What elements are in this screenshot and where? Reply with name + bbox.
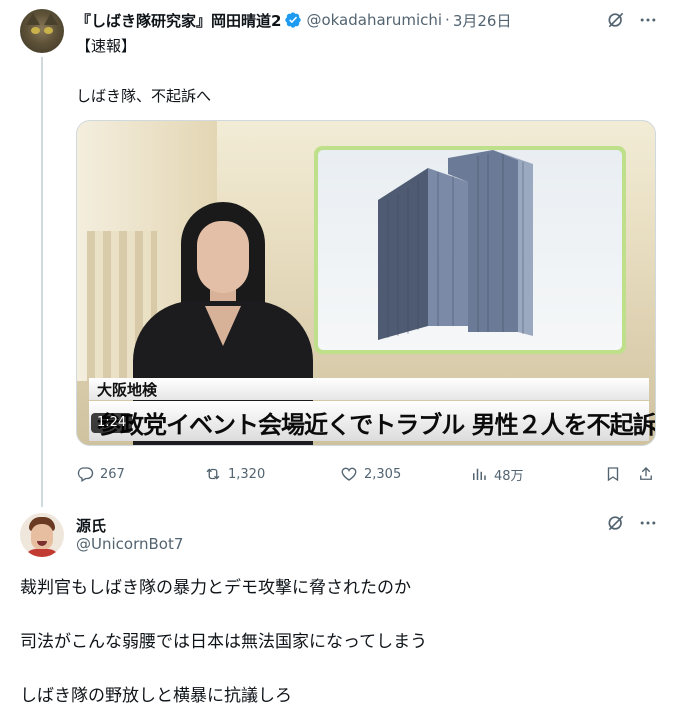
skyscraper-image <box>378 150 533 340</box>
reply-author-handle[interactable]: @UnicornBot7 <box>76 535 183 553</box>
share-icon <box>640 467 652 480</box>
like-count: 2,305 <box>364 466 402 482</box>
more-options-icon[interactable] <box>637 512 659 534</box>
reply-text-line-1: 裁判官もしばき隊の暴力とデモ攻撃に脅されたのか <box>20 578 411 598</box>
tweet-date[interactable]: 3月26日 <box>453 10 512 31</box>
reply-author-avatar[interactable] <box>20 513 64 557</box>
repost-icon <box>206 468 220 480</box>
heart-icon <box>341 467 357 481</box>
news-caption-location: 大阪地検 <box>89 378 649 400</box>
studio-screen <box>314 146 626 354</box>
author-handle[interactable]: @okadaharumichi <box>306 11 442 29</box>
author-display-name[interactable]: 『しばき隊研究家』岡田晴道2 <box>76 10 281 31</box>
tweet-actions-bar: 267 1,320 2,305 48万 <box>76 462 656 486</box>
reply-author-display-name[interactable]: 源氏 <box>76 515 106 536</box>
views-chart-icon <box>473 468 486 480</box>
verified-badge-icon <box>284 11 302 29</box>
more-options-icon[interactable] <box>637 9 659 31</box>
bookmark-button[interactable] <box>604 462 628 486</box>
news-caption-headline: 参政党イベント会場近くでトラブル 男性２人を不起訴 <box>89 401 655 441</box>
reply-text-line-3: しばき隊の野放しと横暴に抗議しろ <box>20 686 292 706</box>
tweet-header: 『しばき隊研究家』岡田晴道2 @okadaharumichi · 3月26日 <box>76 10 511 30</box>
reply-text-line-2: 司法がこんな弱腰では日本は無法国家になってしまう <box>20 632 428 652</box>
views-button[interactable]: 48万 <box>470 462 524 486</box>
share-button[interactable] <box>637 462 661 486</box>
grok-icon[interactable] <box>605 9 627 31</box>
reply-button[interactable]: 267 <box>76 462 125 486</box>
reply-icon <box>77 467 94 482</box>
thread-connector-line <box>41 57 43 507</box>
view-count: 48万 <box>494 468 524 484</box>
bookmark-icon <box>607 467 619 482</box>
author-avatar[interactable] <box>20 9 64 53</box>
video-player[interactable]: 大阪地検 参政党イベント会場近くでトラブル 男性２人を不起訴 1:24 <box>76 120 656 446</box>
tweet-text-line-2: しばき隊、不起訴へ <box>76 87 212 105</box>
grok-icon[interactable] <box>605 512 627 534</box>
like-button[interactable]: 2,305 <box>340 462 401 486</box>
tweet-text-line-1: 【速報】 <box>76 37 137 55</box>
separator-dot: · <box>445 11 450 29</box>
repost-button[interactable]: 1,320 <box>204 462 265 486</box>
reply-count: 267 <box>100 466 125 482</box>
repost-count: 1,320 <box>228 466 266 482</box>
video-duration-badge: 1:24 <box>91 413 133 433</box>
